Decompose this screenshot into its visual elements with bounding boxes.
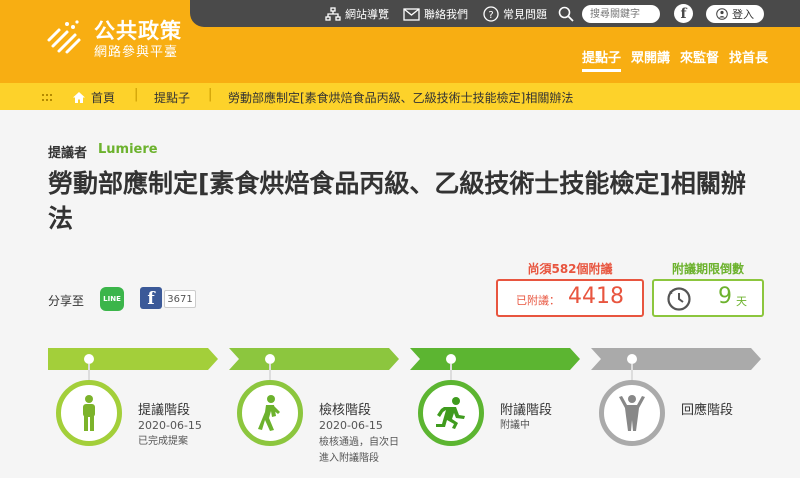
stage-connector bbox=[88, 364, 90, 380]
stage-circle-review bbox=[237, 380, 303, 446]
stage-date-propose: 2020-06-15 bbox=[138, 419, 202, 432]
stage-arrow-response bbox=[591, 348, 761, 370]
stage-dot bbox=[446, 354, 456, 364]
breadcrumb-separator: | bbox=[208, 87, 213, 102]
nav-item-ideas[interactable]: 提點子 bbox=[577, 47, 626, 72]
stage-date-review: 2020-06-15 bbox=[319, 419, 383, 432]
svg-text:?: ? bbox=[488, 10, 493, 21]
stage-connector bbox=[450, 364, 452, 380]
menu-dots-icon[interactable] bbox=[42, 94, 52, 102]
faq-link[interactable]: ? 常見問題 bbox=[483, 5, 547, 23]
votes-needed-label: 尚須582個附議 bbox=[527, 262, 613, 276]
clock-icon bbox=[667, 287, 691, 311]
nav-item-supervise[interactable]: 來監督 bbox=[675, 47, 724, 66]
logo-icon[interactable] bbox=[45, 18, 83, 56]
login-button[interactable]: 登入 bbox=[706, 5, 764, 23]
stage-circle-propose bbox=[56, 380, 122, 446]
breadcrumb-home-label: 首頁 bbox=[91, 91, 116, 105]
breadcrumb-section[interactable]: 提點子 bbox=[154, 89, 190, 106]
stage-dot bbox=[84, 354, 94, 364]
facebook-share-count: 3671 bbox=[164, 290, 196, 308]
votes-value: 4418 bbox=[568, 284, 624, 309]
contact-link[interactable]: 聯絡我們 bbox=[403, 5, 468, 23]
user-icon bbox=[716, 8, 728, 20]
stage-status-review: 檢核通過，自次日進入附議階段 bbox=[319, 437, 399, 464]
stage-arrow-endorse bbox=[410, 348, 580, 370]
nav-item-forum[interactable]: 眾開講 bbox=[626, 47, 675, 66]
mail-icon bbox=[403, 7, 420, 21]
breadcrumb-current: 勞動部應制定[素食烘焙食品丙級、乙級技術士技能檢定]相關辦法 bbox=[228, 91, 574, 105]
proposer-name: Lumiere bbox=[98, 142, 158, 157]
stage-name-endorse: 附議階段 bbox=[500, 403, 553, 418]
stage-arrow-propose bbox=[48, 348, 218, 370]
countdown-label: 附議期限倒數 bbox=[671, 262, 744, 276]
stage-status-endorse: 附議中 bbox=[500, 420, 530, 431]
person-standing-icon bbox=[83, 395, 95, 431]
proposer-label: 提議者 bbox=[48, 146, 88, 161]
faq-label: 常見問題 bbox=[503, 8, 547, 21]
stage-status-propose: 已完成提案 bbox=[138, 436, 188, 447]
stage-name-response: 回應階段 bbox=[681, 403, 734, 418]
proposal-content: 提議者 Lumiere 勞動部應制定[素食烘焙食品丙級、乙級技術士技能檢定]相關… bbox=[0, 110, 800, 478]
page-title: 勞動部應制定[素食烘焙食品丙級、乙級技術士技能檢定]相關辦法 bbox=[48, 169, 746, 233]
stage-arrow-review bbox=[229, 348, 399, 370]
nav-item-leaders[interactable]: 找首長 bbox=[724, 47, 773, 66]
votes-count-box: 已附議： 4418 bbox=[496, 279, 644, 317]
person-arms-up-icon bbox=[619, 395, 645, 431]
facebook-icon[interactable]: f bbox=[674, 4, 693, 23]
facebook-share-icon[interactable]: f bbox=[140, 287, 162, 309]
countdown-unit: 天 bbox=[736, 295, 747, 308]
contact-label: 聯絡我們 bbox=[424, 8, 468, 21]
site-header: 公共政策 網路參與平臺 網站導覽 聯絡我們 ? 常見問題 f 登入 提點子 眾開… bbox=[0, 0, 800, 83]
sitemap-icon bbox=[325, 7, 341, 21]
person-running-icon bbox=[436, 397, 465, 429]
votes-label: 已附議： bbox=[516, 294, 560, 307]
stage-connector bbox=[269, 364, 271, 380]
countdown-box: 9 天 bbox=[652, 279, 764, 317]
home-icon bbox=[73, 92, 85, 103]
breadcrumb-home[interactable]: 首頁 bbox=[72, 89, 115, 106]
stage-circle-endorse bbox=[418, 380, 484, 446]
person-walking-icon bbox=[258, 395, 280, 431]
stage-circle-response bbox=[599, 380, 665, 446]
question-icon: ? bbox=[483, 6, 499, 22]
stage-dot bbox=[627, 354, 637, 364]
search-icon[interactable] bbox=[558, 6, 574, 22]
breadcrumb: 首頁 | 提點子 | 勞動部應制定[素食烘焙食品丙級、乙級技術士技能檢定]相關辦… bbox=[0, 83, 800, 110]
search-input[interactable] bbox=[582, 5, 660, 23]
logo-subtitle[interactable]: 網路參與平臺 bbox=[94, 41, 178, 60]
stage-dot bbox=[265, 354, 275, 364]
countdown-value: 9 bbox=[718, 284, 732, 309]
stage-name-review: 檢核階段 bbox=[319, 403, 372, 418]
stage-connector bbox=[631, 364, 633, 380]
stage-name-propose: 提議階段 bbox=[138, 403, 191, 418]
breadcrumb-separator: | bbox=[134, 87, 139, 102]
main-nav: 提點子 眾開講 來監督 找首長 bbox=[577, 47, 773, 72]
line-share-icon[interactable]: LINE bbox=[100, 287, 124, 311]
sitemap-link[interactable]: 網站導覽 bbox=[325, 5, 389, 23]
sitemap-label: 網站導覽 bbox=[345, 8, 389, 21]
share-label: 分享至 bbox=[48, 294, 85, 308]
login-label: 登入 bbox=[732, 8, 754, 21]
